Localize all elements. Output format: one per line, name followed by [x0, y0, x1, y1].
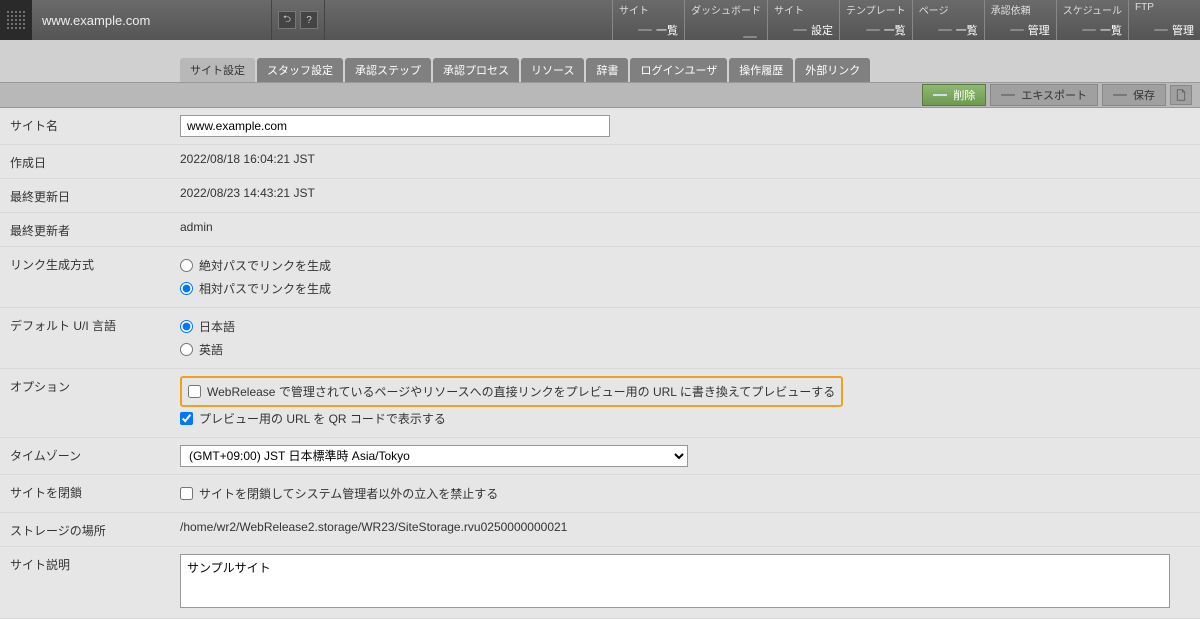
- row-lang: デフォルト U/I 言語 日本語 英語: [0, 308, 1200, 369]
- action-bar: 削除 エキスポート 保存: [0, 82, 1200, 108]
- tab-3[interactable]: 承認プロセス: [433, 58, 519, 82]
- tab-7[interactable]: 操作履歴: [729, 58, 793, 82]
- row-updated: 最終更新日 2022/08/23 14:43:21 JST: [0, 179, 1200, 213]
- link-gen-abs-radio[interactable]: [180, 259, 193, 272]
- lang-ja-label: 日本語: [199, 318, 235, 335]
- label-updated: 最終更新日: [10, 186, 180, 205]
- option-qr-checkbox[interactable]: [180, 412, 193, 425]
- closed-checkbox[interactable]: [180, 487, 193, 500]
- label-options: オプション: [10, 376, 180, 395]
- site-name-input[interactable]: [180, 115, 610, 137]
- lang-en-label: 英語: [199, 341, 223, 358]
- topbar: www.example.com ⮌ ? サイト一覧ダッシュボードサイト設定テンプ…: [0, 0, 1200, 40]
- label-created: 作成日: [10, 152, 180, 171]
- menu-bot: 管理: [991, 22, 1050, 38]
- link-gen-abs-label: 絶対パスでリンクを生成: [199, 257, 331, 274]
- topbar-menu-item-0[interactable]: サイト一覧: [612, 0, 684, 40]
- menu-bot: 一覧: [1063, 22, 1122, 38]
- topbar-menu-item-6[interactable]: スケジュール一覧: [1056, 0, 1128, 40]
- lang-en-radio[interactable]: [180, 343, 193, 356]
- row-link-gen: リンク生成方式 絶対パスでリンクを生成 相対パスでリンクを生成: [0, 247, 1200, 308]
- topbar-menu-item-5[interactable]: 承認依頼管理: [984, 0, 1056, 40]
- tab-8[interactable]: 外部リンク: [795, 58, 870, 82]
- label-closed: サイトを閉鎖: [10, 482, 180, 501]
- row-site-name: サイト名: [0, 108, 1200, 145]
- save-button[interactable]: 保存: [1102, 84, 1166, 106]
- value-storage: /home/wr2/WebRelease2.storage/WR23/SiteS…: [180, 520, 1190, 534]
- delete-label: 削除: [953, 87, 975, 103]
- app-logo: [0, 0, 32, 40]
- export-label: エキスポート: [1021, 87, 1087, 103]
- menu-top: サイト: [619, 2, 678, 17]
- label-desc: サイト説明: [10, 554, 180, 573]
- topbar-small-buttons: ⮌ ?: [272, 0, 325, 40]
- tab-1[interactable]: スタッフ設定: [257, 58, 343, 82]
- label-storage: ストレージの場所: [10, 520, 180, 539]
- lang-ja-radio[interactable]: [180, 320, 193, 333]
- tab-6[interactable]: ログインユーザ: [630, 58, 727, 82]
- menu-bot: 一覧: [846, 22, 906, 38]
- menu-top: ページ: [919, 2, 978, 17]
- topbar-menu-item-7[interactable]: FTP 管理: [1128, 0, 1200, 40]
- desc-textarea[interactable]: [180, 554, 1170, 608]
- option-rewrite-label: WebRelease で管理されているページやリソースへの直接リンクをプレビュー…: [207, 383, 835, 400]
- row-closed: サイトを閉鎖 サイトを閉鎖してシステム管理者以外の立入を禁止する: [0, 475, 1200, 513]
- topbar-menu-item-1[interactable]: ダッシュボード: [684, 0, 767, 40]
- topbar-menu-item-4[interactable]: ページ一覧: [912, 0, 984, 40]
- row-created: 作成日 2022/08/18 16:04:21 JST: [0, 145, 1200, 179]
- label-lang: デフォルト U/I 言語: [10, 315, 180, 334]
- option-rewrite-checkbox[interactable]: [188, 385, 201, 398]
- tabs: サイト設定スタッフ設定承認ステップ承認プロセスリソース辞書ログインユーザ操作履歴…: [180, 58, 1200, 82]
- document-icon[interactable]: [1170, 85, 1192, 105]
- tab-0[interactable]: サイト設定: [180, 58, 255, 82]
- label-site-name: サイト名: [10, 115, 180, 134]
- menu-top: FTP: [1135, 2, 1194, 13]
- tab-4[interactable]: リソース: [521, 58, 584, 82]
- value-updated: 2022/08/23 14:43:21 JST: [180, 186, 1190, 200]
- form: サイト名 作成日 2022/08/18 16:04:21 JST 最終更新日 2…: [0, 108, 1200, 619]
- menu-bot: [691, 36, 761, 38]
- link-gen-rel-label: 相対パスでリンクを生成: [199, 280, 331, 297]
- menu-bot: 一覧: [919, 22, 978, 38]
- menu-top: サイト: [774, 2, 833, 17]
- row-updater: 最終更新者 admin: [0, 213, 1200, 247]
- menu-top: スケジュール: [1063, 2, 1122, 17]
- value-created: 2022/08/18 16:04:21 JST: [180, 152, 1190, 166]
- topbar-menu-item-3[interactable]: テンプレート一覧: [839, 0, 912, 40]
- value-updater: admin: [180, 220, 1190, 234]
- site-title: www.example.com: [32, 0, 272, 40]
- help-icon[interactable]: ?: [300, 11, 318, 29]
- closed-label: サイトを閉鎖してシステム管理者以外の立入を禁止する: [199, 485, 498, 502]
- menu-top: テンプレート: [846, 2, 906, 17]
- label-link-gen: リンク生成方式: [10, 254, 180, 273]
- tz-select[interactable]: (GMT+09:00) JST 日本標準時 Asia/Tokyo: [180, 445, 688, 467]
- row-tz: タイムゾーン (GMT+09:00) JST 日本標準時 Asia/Tokyo: [0, 438, 1200, 475]
- label-tz: タイムゾーン: [10, 445, 180, 464]
- tab-5[interactable]: 辞書: [586, 58, 628, 82]
- row-options: オプション WebRelease で管理されているページやリソースへの直接リンク…: [0, 369, 1200, 438]
- tab-2[interactable]: 承認ステップ: [345, 58, 431, 82]
- row-desc: サイト説明: [0, 547, 1200, 619]
- option-rewrite-highlight: WebRelease で管理されているページやリソースへの直接リンクをプレビュー…: [180, 376, 843, 407]
- option-qr-label: プレビュー用の URL を QR コードで表示する: [199, 410, 446, 427]
- save-label: 保存: [1133, 87, 1155, 103]
- topbar-menu-item-2[interactable]: サイト設定: [767, 0, 839, 40]
- export-button[interactable]: エキスポート: [990, 84, 1098, 106]
- menu-bot: 一覧: [619, 22, 678, 38]
- menu-bot: 管理: [1135, 22, 1194, 38]
- menu-top: ダッシュボード: [691, 2, 761, 17]
- link-gen-rel-radio[interactable]: [180, 282, 193, 295]
- topbar-menu: サイト一覧ダッシュボードサイト設定テンプレート一覧ページ一覧承認依頼管理スケジュ…: [612, 0, 1200, 40]
- label-updater: 最終更新者: [10, 220, 180, 239]
- row-storage: ストレージの場所 /home/wr2/WebRelease2.storage/W…: [0, 513, 1200, 547]
- back-icon[interactable]: ⮌: [278, 11, 296, 29]
- delete-button[interactable]: 削除: [922, 84, 986, 106]
- menu-top: 承認依頼: [991, 2, 1050, 17]
- menu-bot: 設定: [774, 22, 833, 38]
